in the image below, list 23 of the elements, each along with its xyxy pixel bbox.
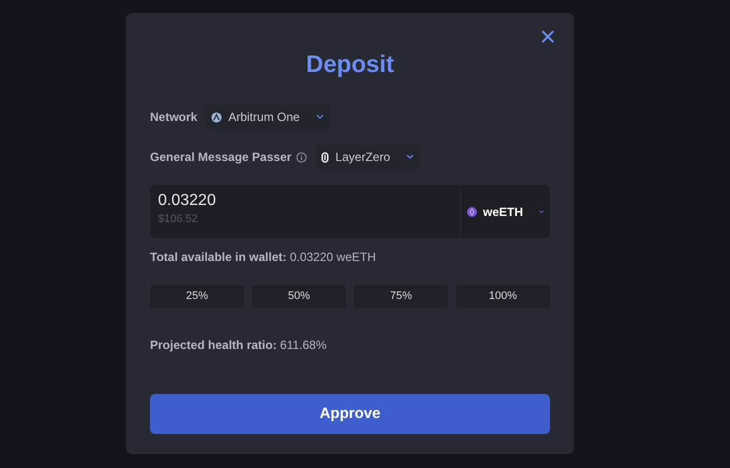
dialog-title: Deposit [304, 51, 395, 79]
caret-icon [406, 154, 414, 160]
info-icon[interactable] [296, 152, 308, 162]
caret-icon [316, 114, 324, 120]
health-ratio-text: Projected health ratio: 611.68% [150, 337, 328, 354]
close-button[interactable]: × [540, 25, 556, 49]
bridge-logo-icon [321, 152, 330, 162]
network-dropdown[interactable]: Arbitrum One [205, 105, 330, 129]
network-logo-icon [211, 112, 222, 122]
network-label: Network [150, 109, 198, 126]
amount-value: 0.03220 [158, 191, 217, 211]
message-passer-dropdown[interactable]: LayerZero [315, 145, 420, 169]
caret-icon [539, 208, 544, 214]
percent-button[interactable]: 75% [354, 285, 448, 308]
usd-value: $106.52 [158, 212, 199, 227]
amount-field[interactable]: 0.03220 $106.52 weETH [150, 185, 550, 238]
percent-button[interactable]: 50% [252, 285, 346, 308]
wallet-balance-text: Total available in wallet: 0.03220 weETH [150, 249, 377, 266]
message-passer-label: General Message Passer [150, 149, 292, 166]
percent-button[interactable]: 25% [150, 285, 244, 308]
approve-button[interactable]: Approve [150, 394, 550, 434]
percent-button[interactable]: 100% [456, 285, 550, 308]
token-dropdown[interactable]: weETH [460, 185, 550, 238]
